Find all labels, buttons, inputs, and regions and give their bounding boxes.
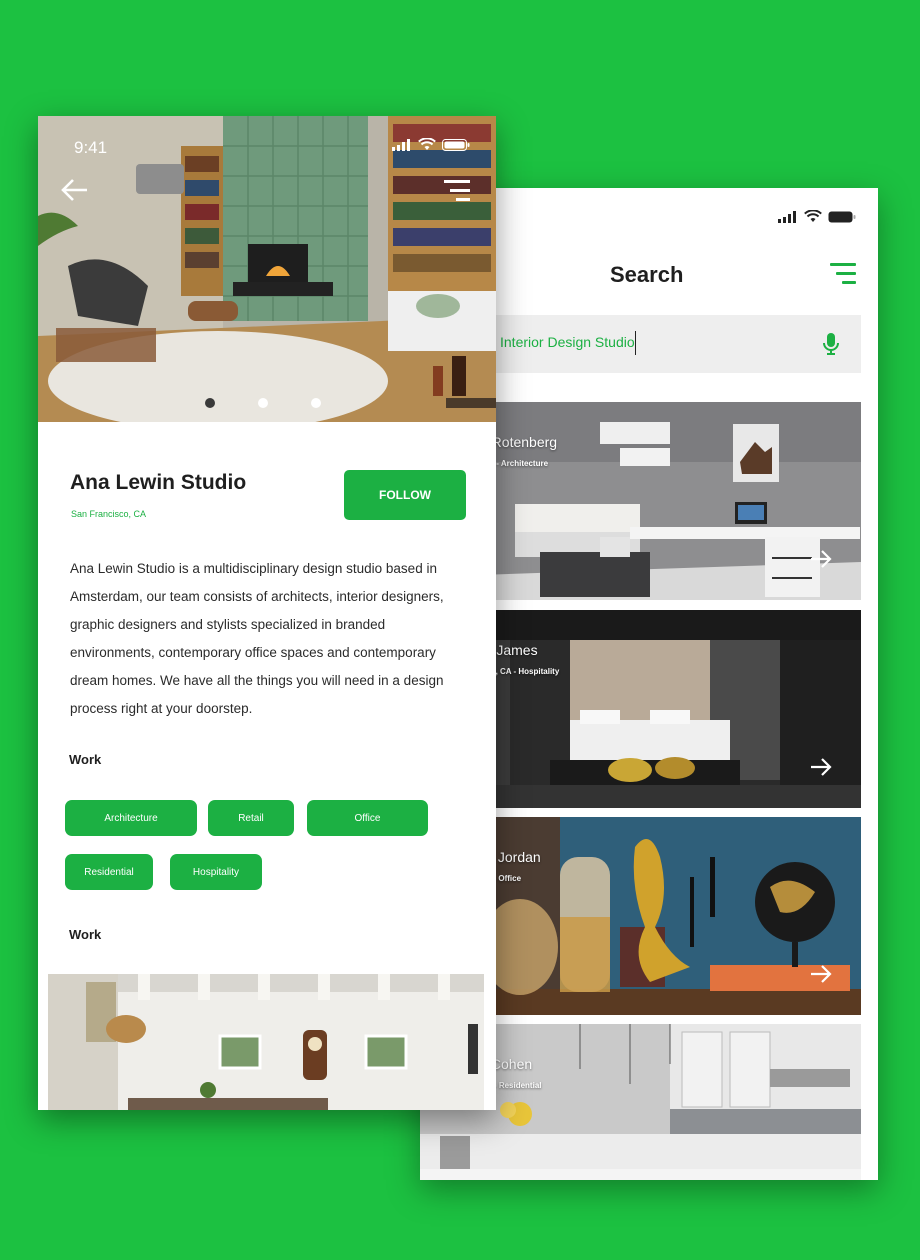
wifi-icon — [804, 210, 822, 222]
tag-hospitality[interactable]: Hospitality — [170, 854, 262, 890]
wifi-icon — [418, 138, 436, 150]
signal-icon — [778, 210, 796, 223]
studio-description: Ana Lewin Studio is a multidisciplinary … — [70, 561, 444, 716]
profile-screen: 9:41 Ana Lewin Studio San Francisco, CA … — [38, 116, 496, 1110]
carousel-dot[interactable] — [258, 398, 268, 408]
section-title-work: Work — [69, 752, 102, 767]
studio-name: Ana Lewin Studio — [70, 471, 247, 494]
tag-residential[interactable]: Residential — [65, 854, 153, 890]
menu-icon[interactable] — [830, 263, 856, 285]
arrow-right-icon[interactable] — [810, 965, 832, 983]
battery-icon — [442, 138, 470, 151]
work-photo[interactable] — [48, 974, 484, 1110]
studio-location: San Francisco, CA — [71, 509, 147, 519]
page-title: Search — [610, 262, 684, 287]
section-title-work: Work — [69, 927, 102, 942]
hero-carousel[interactable]: 9:41 — [38, 116, 496, 422]
menu-icon[interactable] — [444, 180, 470, 202]
tag-retail[interactable]: Retail — [208, 800, 294, 836]
status-bar — [778, 210, 856, 223]
arrow-right-icon[interactable] — [810, 758, 832, 776]
search-input-value: Interior Design Studio — [500, 334, 635, 350]
tag-office[interactable]: Office — [307, 800, 428, 836]
carousel-dot-active[interactable] — [205, 398, 215, 408]
arrow-right-icon[interactable] — [810, 550, 832, 568]
back-arrow-icon[interactable] — [60, 178, 88, 202]
status-bar — [392, 138, 470, 151]
carousel-dot[interactable] — [311, 398, 321, 408]
text-caret — [635, 331, 636, 355]
follow-button[interactable]: FOLLOW — [344, 470, 466, 520]
status-time: 9:41 — [74, 138, 108, 157]
battery-icon — [828, 211, 856, 222]
tag-architecture[interactable]: Architecture — [65, 800, 197, 836]
signal-icon — [392, 138, 410, 151]
work-photo-image — [48, 974, 484, 1110]
microphone-icon[interactable] — [823, 333, 839, 355]
hero-photo — [38, 116, 496, 422]
